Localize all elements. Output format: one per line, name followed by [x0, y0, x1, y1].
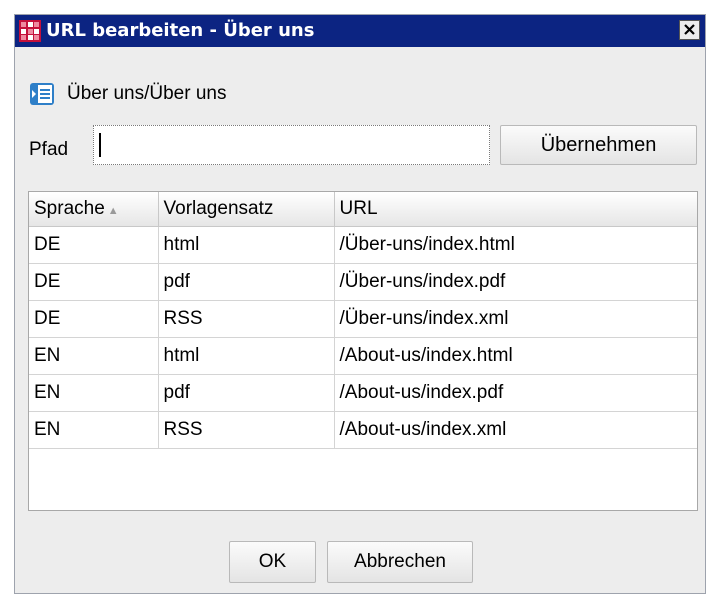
cell-language: EN — [29, 411, 159, 449]
cell-template-set: pdf — [158, 374, 335, 412]
cell-template-set: html — [158, 337, 335, 375]
cell-url: /Über-uns/index.pdf — [334, 263, 697, 301]
table-header-row: Sprache ▲ Vorlagensatz URL — [29, 192, 697, 227]
column-header-sprache[interactable]: Sprache ▲ — [29, 192, 159, 227]
ok-button[interactable]: OK — [229, 541, 316, 583]
cell-language: DE — [29, 300, 159, 338]
close-button[interactable] — [679, 20, 700, 40]
title-bar[interactable]: URL bearbeiten - Über uns — [15, 15, 705, 47]
column-header-url[interactable]: URL — [334, 192, 697, 227]
table-row[interactable]: EN RSS /About-us/index.xml — [29, 411, 697, 449]
path-label: Pfad — [29, 139, 69, 160]
path-input[interactable] — [93, 125, 490, 165]
apply-button[interactable]: Übernehmen — [500, 125, 697, 165]
cell-template-set: RSS — [158, 300, 335, 338]
table-row[interactable]: DE RSS /Über-uns/index.xml — [29, 300, 697, 338]
cell-template-set: pdf — [158, 263, 335, 301]
cell-url: /Über-uns/index.html — [334, 226, 697, 264]
cell-url: /About-us/index.xml — [334, 411, 697, 449]
cell-language: DE — [29, 263, 159, 301]
url-edit-dialog: URL bearbeiten - Über uns Über uns/Über … — [14, 14, 706, 594]
cell-url: /About-us/index.html — [334, 337, 697, 375]
text-caret — [99, 133, 101, 157]
table-row[interactable]: EN html /About-us/index.html — [29, 337, 697, 375]
column-header-vorlagensatz[interactable]: Vorlagensatz — [158, 192, 335, 227]
table-row[interactable]: DE html /Über-uns/index.html — [29, 226, 697, 264]
breadcrumb: Über uns/Über uns — [67, 83, 227, 104]
cancel-button[interactable]: Abbrechen — [327, 541, 473, 583]
url-table: Sprache ▲ Vorlagensatz URL DE html /Über-… — [28, 191, 698, 511]
sort-ascending-icon: ▲ — [107, 205, 119, 217]
cell-template-set: RSS — [158, 411, 335, 449]
cell-url: /Über-uns/index.xml — [334, 300, 697, 338]
close-icon — [684, 24, 695, 35]
app-logo-icon — [19, 20, 41, 42]
page-icon — [30, 83, 54, 105]
cell-url: /About-us/index.pdf — [334, 374, 697, 412]
cell-template-set: html — [158, 226, 335, 264]
cell-language: DE — [29, 226, 159, 264]
table-row[interactable]: EN pdf /About-us/index.pdf — [29, 374, 697, 412]
cell-language: EN — [29, 374, 159, 412]
dialog-title: URL bearbeiten - Über uns — [46, 20, 315, 41]
table-row[interactable]: DE pdf /Über-uns/index.pdf — [29, 263, 697, 301]
cell-language: EN — [29, 337, 159, 375]
